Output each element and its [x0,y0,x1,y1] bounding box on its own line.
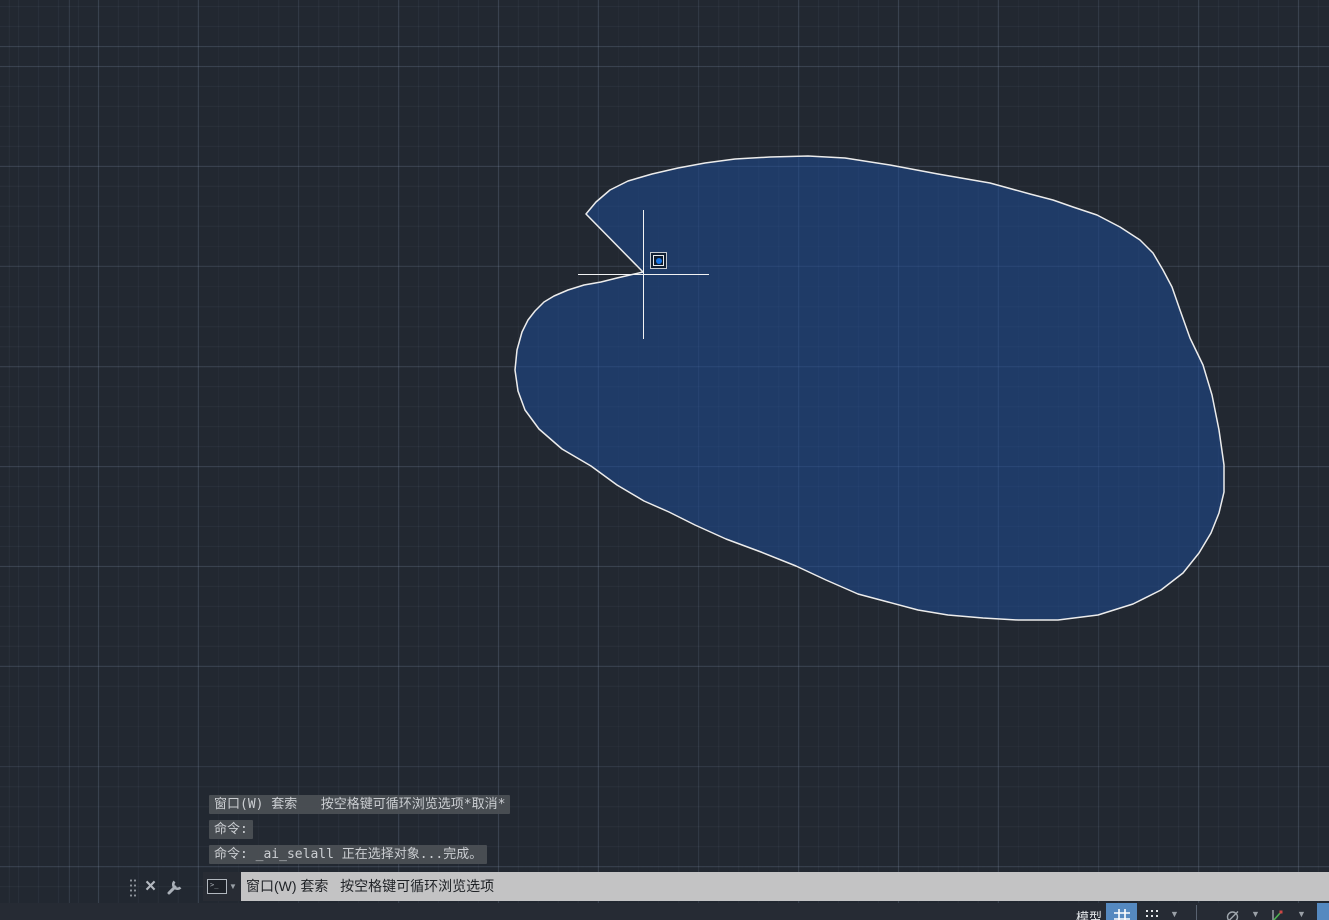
command-history-line: 命令: _ai_selall 正在选择对象...完成。 [209,845,487,864]
grid-display-button[interactable] [1106,903,1137,920]
command-input[interactable]: 窗口(W) 套索 按空格键可循环浏览选项 [241,872,1329,901]
command-bar-handle-group: × [128,872,185,901]
wrench-icon[interactable] [165,877,185,897]
terminal-icon: >_ [207,879,227,894]
snap-dropdown-icon[interactable]: ▼ [1170,909,1179,919]
close-icon[interactable]: × [145,877,156,896]
model-tab-label[interactable]: 模型 [1076,907,1102,920]
snap-mode-button[interactable] [1141,903,1163,920]
isodraft-dropdown-icon[interactable]: ▼ [1251,909,1260,919]
drawing-canvas[interactable] [0,0,1329,920]
status-bar: 模型 ▼ ▼ ▼ [0,903,1329,920]
drag-handle-icon[interactable] [128,877,136,897]
badge-inner-square [653,255,664,266]
command-history-line: 窗口(W) 套索 按空格键可循环浏览选项*取消* [209,795,510,814]
snap-dots-icon [1146,910,1158,920]
chevron-down-icon: ▼ [229,882,237,891]
lasso-selection-badge-icon [650,252,667,269]
crosshair-vertical-line [643,210,644,339]
object-snap-tracking-button[interactable] [1266,903,1288,920]
isometric-drafting-button[interactable] [1221,903,1243,920]
badge-blue-dot [656,258,662,264]
active-button-edge[interactable] [1317,903,1329,920]
isodraft-icon [1224,908,1241,920]
tracking-icon [1268,907,1286,920]
autocad-window: 窗口(W) 套索 按空格键可循环浏览选项*取消* 命令: 命令: _ai_sel… [0,0,1329,920]
command-line-menu-button[interactable]: >_ ▼ [203,872,241,901]
status-separator [1196,905,1197,920]
grid-icon [1113,907,1131,920]
tracking-dropdown-icon[interactable]: ▼ [1297,909,1306,919]
command-history-line: 命令: [209,820,253,839]
